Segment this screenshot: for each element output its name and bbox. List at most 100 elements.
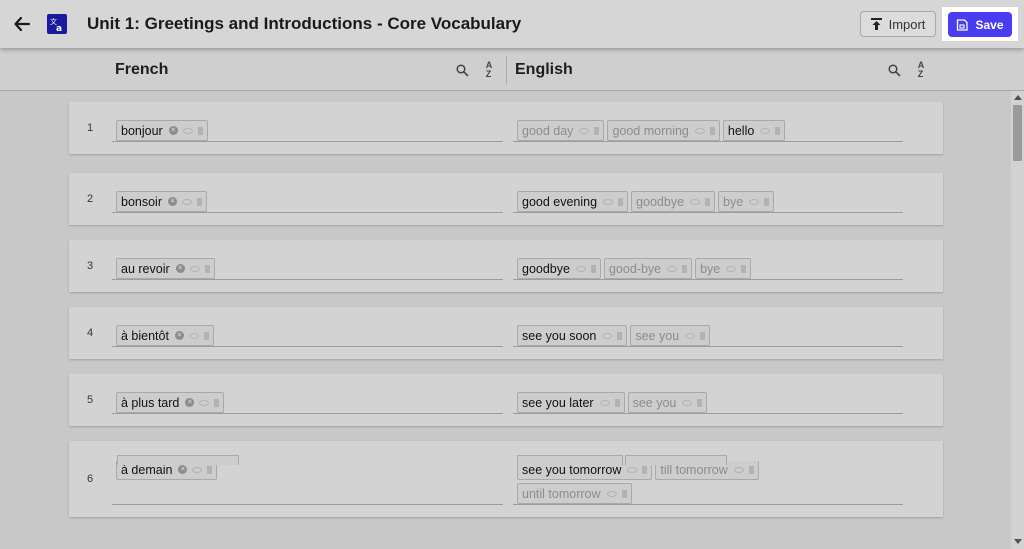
eye-icon[interactable] — [199, 399, 210, 406]
term-chip[interactable]: à plus tard × — [116, 392, 225, 413]
term-chip[interactable]: good-bye — [603, 258, 693, 279]
term-chip[interactable]: bonsoir × — [116, 191, 207, 212]
english-terms-field[interactable]: see you soon see you — [513, 307, 903, 347]
eye-icon[interactable] — [733, 466, 744, 473]
term-chip[interactable]: until tomorrow — [517, 483, 632, 504]
eye-icon[interactable] — [188, 332, 199, 339]
eye-icon[interactable] — [726, 265, 737, 272]
scrollbar[interactable] — [1011, 91, 1024, 549]
french-terms-field[interactable]: bonjour × — [112, 102, 503, 142]
french-terms-field[interactable]: à plus tard × — [112, 374, 503, 414]
english-terms-field[interactable]: goodbye good-bye bye — [513, 240, 903, 280]
eye-icon[interactable] — [189, 265, 200, 272]
trash-icon[interactable] — [617, 331, 623, 340]
chip-actions: × — [168, 126, 203, 135]
remove-icon[interactable]: × — [168, 197, 177, 206]
trash-icon[interactable] — [207, 465, 213, 474]
english-chip-list: see you later see you — [517, 392, 797, 413]
trash-icon[interactable] — [197, 126, 203, 135]
term-chip[interactable]: goodbye — [517, 258, 601, 279]
term-chip[interactable]: à bientôt × — [116, 325, 214, 346]
trash-icon[interactable] — [741, 264, 747, 273]
eye-icon[interactable] — [579, 127, 590, 134]
eye-icon[interactable] — [575, 265, 586, 272]
term-chip[interactable]: good day — [517, 120, 605, 141]
back-button[interactable] — [10, 12, 34, 36]
term-text: see you later — [522, 395, 594, 410]
remove-icon[interactable]: × — [174, 331, 184, 340]
term-text: bonsoir — [121, 194, 162, 209]
eye-icon[interactable] — [760, 127, 771, 134]
trash-icon[interactable] — [590, 264, 596, 273]
eye-icon[interactable] — [749, 198, 760, 205]
eye-icon[interactable] — [182, 127, 193, 134]
search-icon[interactable] — [886, 62, 902, 78]
eye-icon[interactable] — [690, 198, 701, 205]
search-icon[interactable] — [454, 62, 470, 78]
scroll-up-arrow[interactable] — [1014, 95, 1022, 100]
eye-icon[interactable] — [599, 399, 610, 406]
english-terms-field[interactable]: good day good morning hello — [513, 102, 903, 142]
trash-icon[interactable] — [700, 331, 706, 340]
trash-icon[interactable] — [764, 197, 770, 206]
term-chip[interactable]: see you later — [517, 392, 625, 413]
sort-az-icon[interactable]: AZ — [913, 61, 929, 79]
trash-icon[interactable] — [709, 126, 715, 135]
trash-icon[interactable] — [214, 398, 220, 407]
term-chip[interactable]: see you soon — [517, 325, 628, 346]
eye-icon[interactable] — [192, 466, 203, 473]
scroll-thumb[interactable] — [1013, 105, 1022, 161]
english-terms-field[interactable]: good evening goodbye bye — [513, 173, 903, 213]
french-terms-field[interactable]: bonsoir × — [112, 173, 503, 213]
english-terms-field[interactable]: see you later see you — [513, 374, 903, 414]
term-chip[interactable]: good evening — [517, 191, 629, 212]
eye-icon[interactable] — [627, 466, 638, 473]
trash-icon[interactable] — [204, 264, 210, 273]
term-chip[interactable]: bye — [718, 191, 775, 212]
chip — [117, 455, 239, 465]
term-chip[interactable]: bye — [695, 258, 752, 279]
eye-icon[interactable] — [603, 198, 614, 205]
remove-icon[interactable]: × — [175, 264, 185, 273]
top-bar: 文 a Unit 1: Greetings and Introductions … — [0, 0, 1024, 48]
term-chip[interactable]: goodbye — [631, 191, 716, 212]
term-chip[interactable]: bonjour × — [116, 120, 208, 141]
remove-icon[interactable]: × — [178, 465, 188, 474]
save-button[interactable]: Save — [948, 12, 1012, 37]
remove-icon[interactable]: × — [185, 398, 195, 407]
eye-icon[interactable] — [602, 332, 613, 339]
scroll-down-arrow[interactable] — [1014, 539, 1022, 544]
eye-icon[interactable] — [682, 399, 693, 406]
trash-icon[interactable] — [197, 197, 202, 206]
sort-az-icon[interactable]: AZ — [481, 61, 497, 79]
trash-icon[interactable] — [775, 126, 781, 135]
trash-icon[interactable] — [682, 264, 688, 273]
import-button[interactable]: Import — [860, 11, 936, 37]
trash-icon[interactable] — [618, 197, 624, 206]
eye-icon[interactable] — [182, 198, 192, 205]
eye-icon[interactable] — [685, 332, 696, 339]
eye-icon[interactable] — [667, 265, 678, 272]
trash-icon[interactable] — [594, 126, 600, 135]
svg-text:a: a — [56, 24, 62, 32]
trash-icon[interactable] — [614, 398, 620, 407]
term-chip[interactable]: see you — [627, 392, 708, 413]
trash-icon[interactable] — [621, 489, 627, 498]
french-terms-field[interactable]: au revoir × — [112, 240, 503, 280]
trash-icon[interactable] — [748, 465, 754, 474]
term-chip[interactable]: see you — [630, 325, 711, 346]
term-chip[interactable]: hello — [722, 120, 786, 141]
english-chip-list: good day good morning hello — [517, 120, 797, 141]
french-terms-field[interactable]: à bientôt × — [112, 307, 503, 347]
trash-icon[interactable] — [642, 465, 648, 474]
eye-icon[interactable] — [694, 127, 705, 134]
term-text: goodbye — [522, 261, 570, 276]
term-chip[interactable]: good morning — [607, 120, 720, 141]
remove-icon[interactable]: × — [168, 126, 178, 135]
eye-icon[interactable] — [606, 490, 617, 497]
term-chip[interactable]: au revoir × — [116, 258, 215, 279]
french-chip-list: bonjour × — [116, 120, 208, 141]
trash-icon[interactable] — [203, 331, 209, 340]
trash-icon[interactable] — [697, 398, 703, 407]
trash-icon[interactable] — [705, 197, 711, 206]
